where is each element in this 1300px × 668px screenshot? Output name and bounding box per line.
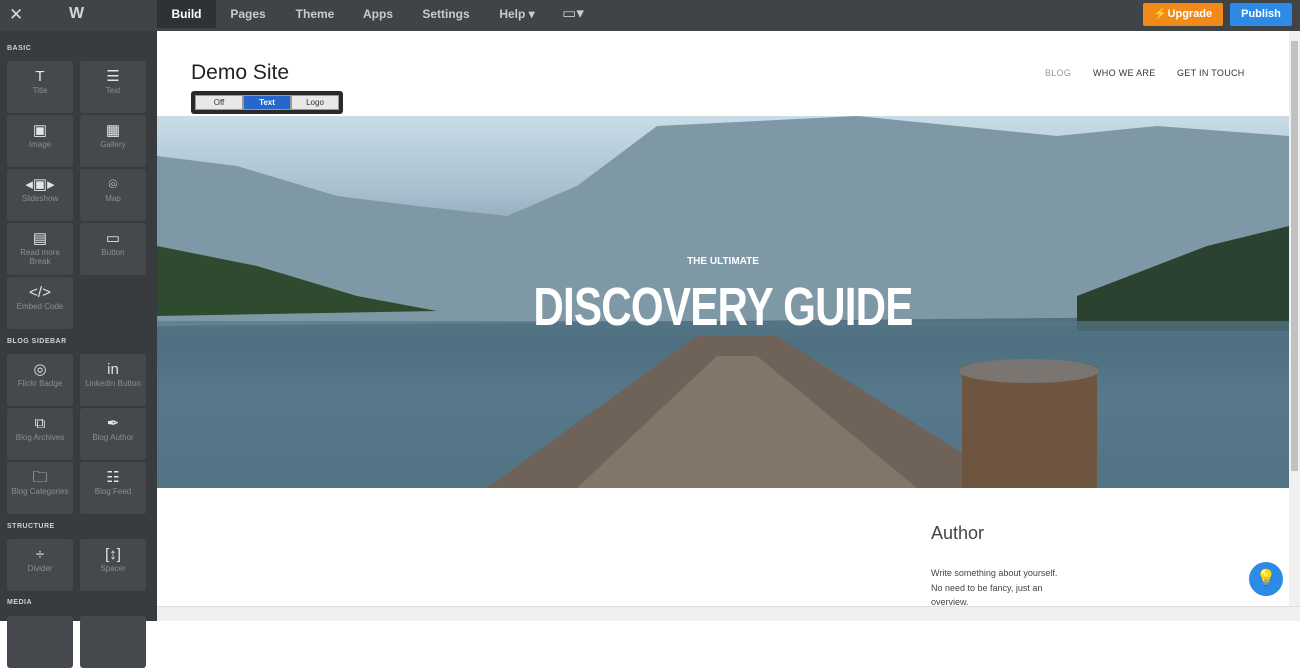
element-tile-image[interactable]: ▣Image bbox=[7, 115, 73, 167]
element-tile-embed-code[interactable]: </>Embed Code bbox=[7, 277, 73, 329]
nav-get-in-touch[interactable]: GET IN TOUCH bbox=[1177, 68, 1245, 78]
element-label: Divider bbox=[7, 564, 73, 573]
publish-button[interactable]: Publish bbox=[1230, 3, 1292, 26]
close-icon[interactable]: ✕ bbox=[9, 5, 23, 25]
element-label: Text bbox=[80, 86, 146, 95]
element-label: Image bbox=[7, 140, 73, 149]
element-icon: ▦ bbox=[80, 122, 146, 140]
site-title[interactable]: Demo Site bbox=[191, 61, 289, 85]
element-icon: ◂▣▸ bbox=[7, 176, 73, 194]
author-heading[interactable]: Author bbox=[931, 523, 984, 544]
hero-title[interactable]: DISCOVERY GUIDE bbox=[282, 276, 1165, 338]
element-icon: ◎ bbox=[7, 361, 73, 379]
element-label: Flickr Badge bbox=[7, 379, 73, 388]
element-label: Blog Feed bbox=[80, 487, 146, 496]
element-label: Title bbox=[7, 86, 73, 95]
nav-blog[interactable]: BLOG bbox=[1045, 68, 1071, 78]
element-icon: ☰ bbox=[80, 68, 146, 86]
element-tile-blog-feed[interactable]: ☷Blog Feed bbox=[80, 462, 146, 514]
element-icon: ▣ bbox=[7, 122, 73, 140]
element-tile-map[interactable]: ⌾Map bbox=[80, 169, 146, 221]
element-icon: 🗀 bbox=[7, 469, 73, 487]
element-label: Gallery bbox=[80, 140, 146, 149]
element-tile-gallery[interactable]: ▦Gallery bbox=[80, 115, 146, 167]
element-tile-spacer[interactable]: [↕]Spacer bbox=[80, 539, 146, 591]
tab-theme[interactable]: Theme bbox=[288, 0, 342, 28]
element-tile-blog-archives[interactable]: ⧉Blog Archives bbox=[7, 408, 73, 460]
element-tile-divider[interactable]: ÷Divider bbox=[7, 539, 73, 591]
nav-who-we-are[interactable]: WHO WE ARE bbox=[1093, 68, 1156, 78]
weebly-logo[interactable]: W bbox=[69, 5, 84, 23]
element-label: LinkedIn Button bbox=[80, 379, 146, 388]
title-mode-switch: Off Text Logo bbox=[191, 91, 343, 114]
element-icon: ▤ bbox=[7, 230, 73, 248]
media-tile[interactable] bbox=[7, 616, 73, 668]
element-label: Spacer bbox=[80, 564, 146, 573]
horizontal-scrollbar[interactable] bbox=[157, 606, 1300, 621]
element-tile-linkedin-button[interactable]: inLinkedIn Button bbox=[80, 354, 146, 406]
switch-text[interactable]: Text bbox=[243, 95, 291, 110]
upgrade-button[interactable]: ⚡Upgrade bbox=[1143, 3, 1223, 26]
element-icon: ⧉ bbox=[7, 415, 73, 433]
element-icon: in bbox=[80, 361, 146, 379]
tab-build[interactable]: Build bbox=[157, 0, 216, 28]
element-tile-flickr-badge[interactable]: ◎Flickr Badge bbox=[7, 354, 73, 406]
element-icon: </> bbox=[7, 284, 73, 302]
element-tile-title[interactable]: TTitle bbox=[7, 61, 73, 113]
element-icon: ▭ bbox=[80, 230, 146, 248]
switch-off[interactable]: Off bbox=[195, 95, 243, 110]
element-label: Read more Break bbox=[7, 248, 73, 266]
site-canvas: Demo Site Off Text Logo BLOG WHO WE ARE … bbox=[157, 31, 1289, 606]
section-media: MEDIA bbox=[7, 599, 32, 606]
element-label: Blog Author bbox=[80, 433, 146, 442]
element-label: Map bbox=[80, 194, 146, 203]
element-label: Blog Archives bbox=[7, 433, 73, 442]
tab-settings[interactable]: Settings bbox=[414, 0, 478, 28]
hero-subtitle[interactable]: THE ULTIMATE bbox=[157, 256, 1289, 267]
element-icon: T bbox=[7, 68, 73, 86]
element-sidebar: BASIC TTitle☰Text▣Image▦Gallery◂▣▸Slides… bbox=[0, 31, 157, 621]
lightbulb-help-icon[interactable]: 💡 bbox=[1249, 562, 1283, 596]
hero-banner: THE ULTIMATE DISCOVERY GUIDE bbox=[157, 116, 1289, 488]
tab-apps[interactable]: Apps bbox=[356, 0, 400, 28]
element-label: Slideshow bbox=[7, 194, 73, 203]
element-tile-read-more-break[interactable]: ▤Read more Break bbox=[7, 223, 73, 275]
switch-logo[interactable]: Logo bbox=[291, 95, 339, 110]
element-icon: [↕] bbox=[80, 546, 146, 564]
element-icon: ☷ bbox=[80, 469, 146, 487]
element-icon: ⌾ bbox=[80, 176, 146, 194]
element-tile-slideshow[interactable]: ◂▣▸Slideshow bbox=[7, 169, 73, 221]
element-tile-blog-author[interactable]: ✒Blog Author bbox=[80, 408, 146, 460]
element-tile-text[interactable]: ☰Text bbox=[80, 61, 146, 113]
scrollbar-thumb[interactable] bbox=[1291, 41, 1298, 471]
tab-pages[interactable]: Pages bbox=[222, 0, 274, 28]
section-basic: BASIC bbox=[7, 45, 31, 52]
device-icon[interactable]: ▭▾ bbox=[558, 0, 588, 28]
upgrade-label: Upgrade bbox=[1168, 8, 1213, 20]
element-icon: ✒ bbox=[80, 415, 146, 433]
element-tile-blog-categories[interactable]: 🗀Blog Categories bbox=[7, 462, 73, 514]
vertical-scrollbar[interactable] bbox=[1289, 31, 1300, 606]
element-icon: ÷ bbox=[7, 546, 73, 564]
element-tile-button[interactable]: ▭Button bbox=[80, 223, 146, 275]
top-bar: ✕ W Build Pages Theme Apps Settings Help… bbox=[0, 0, 1300, 31]
element-label: Blog Categories bbox=[7, 487, 73, 496]
section-structure: STRUCTURE bbox=[7, 523, 55, 530]
element-label: Embed Code bbox=[7, 302, 73, 311]
tab-help[interactable]: Help ▾ bbox=[492, 0, 542, 28]
author-text[interactable]: Write something about yourself. No need … bbox=[931, 566, 1061, 610]
element-label: Button bbox=[80, 248, 146, 257]
media-tile[interactable] bbox=[80, 616, 146, 668]
section-blog-sidebar: BLOG SIDEBAR bbox=[7, 338, 67, 345]
